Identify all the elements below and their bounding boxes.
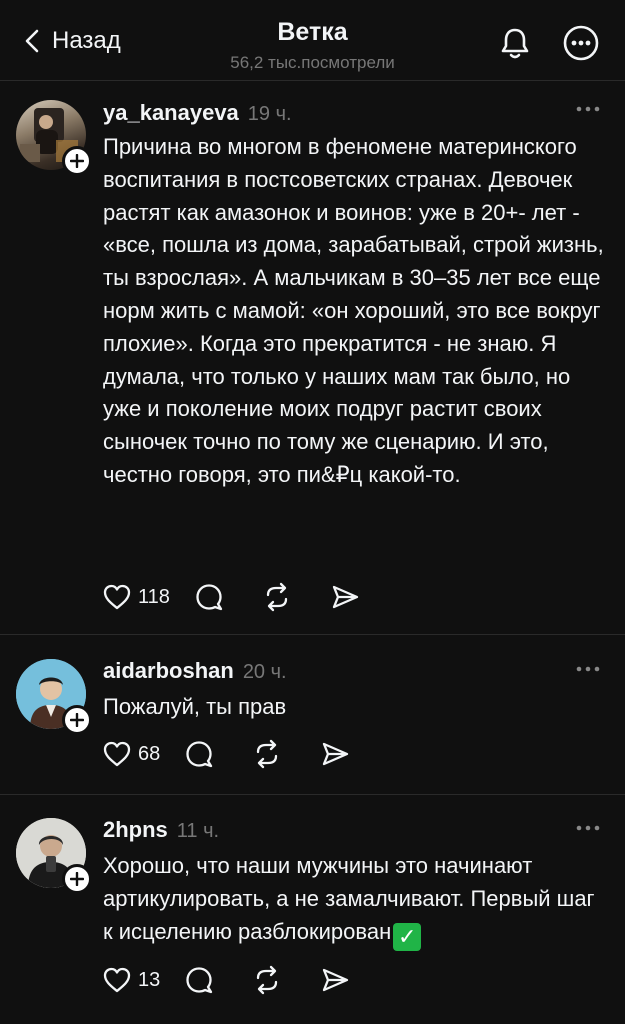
more-circle-icon[interactable] <box>562 24 600 62</box>
plus-icon <box>70 154 84 168</box>
plus-icon <box>70 872 84 886</box>
heart-icon <box>103 584 131 610</box>
post-divider <box>0 794 625 795</box>
comment-icon <box>186 967 213 994</box>
like-count: 118 <box>138 585 170 608</box>
repost-icon <box>266 582 288 612</box>
send-icon <box>323 742 349 766</box>
post-actions: 13 <box>102 963 350 997</box>
repost-button[interactable] <box>262 582 292 612</box>
post-meta: 2hpns 11 ч. <box>103 817 219 843</box>
post-meta: ya_kanayeva 19 ч. <box>103 100 292 126</box>
post-text: Пожалуй, ты прав <box>103 694 287 719</box>
reply-button[interactable] <box>184 739 214 769</box>
post-actions: 118 <box>102 580 360 614</box>
bell-icon[interactable] <box>496 24 534 62</box>
check-mark-emoji: ✓ <box>393 922 422 951</box>
like-count: 13 <box>138 968 161 991</box>
post-text-content: Хорошо, что наши мужчины это начинают ар… <box>103 853 595 944</box>
repost-icon <box>257 965 278 995</box>
top-bar: Назад Ветка 56,2 тыс.посмотрели <box>0 0 625 78</box>
send-icon <box>332 585 359 609</box>
follow-button[interactable] <box>62 146 92 176</box>
repost-icon <box>257 739 278 769</box>
share-button[interactable] <box>330 582 360 612</box>
follow-button[interactable] <box>62 705 92 735</box>
timestamp: 19 ч. <box>247 103 292 125</box>
post-actions: 68 <box>102 737 350 771</box>
like-button[interactable]: 68 <box>102 739 184 769</box>
username[interactable]: 2hpns <box>103 817 168 843</box>
username[interactable]: aidarboshan <box>103 658 234 684</box>
like-button[interactable]: 118 <box>102 582 194 612</box>
heart-icon <box>103 967 131 993</box>
repost-button[interactable] <box>252 739 282 769</box>
share-button[interactable] <box>320 739 350 769</box>
username[interactable]: ya_kanayeva <box>103 100 239 126</box>
follow-button[interactable] <box>62 864 92 894</box>
send-icon <box>323 968 349 992</box>
reply-button[interactable] <box>194 582 224 612</box>
like-count: 68 <box>138 742 161 765</box>
heart-icon <box>103 741 131 767</box>
timestamp: 20 ч. <box>242 661 287 683</box>
post-meta: aidarboshan 20 ч. <box>103 658 287 684</box>
more-options-icon[interactable] <box>575 664 601 674</box>
post-divider <box>0 634 625 635</box>
more-options-icon[interactable] <box>575 104 601 114</box>
comment-icon <box>186 741 213 768</box>
reply-button[interactable] <box>184 965 214 995</box>
header-divider <box>0 80 625 81</box>
repost-button[interactable] <box>252 965 282 995</box>
plus-icon <box>70 713 84 727</box>
more-options-icon[interactable] <box>575 823 601 833</box>
post-text: Причина во многом в феномене материнског… <box>103 134 604 487</box>
timestamp: 11 ч. <box>176 820 220 842</box>
comment-icon <box>196 584 223 611</box>
like-button[interactable]: 13 <box>102 965 184 995</box>
share-button[interactable] <box>320 965 350 995</box>
post-text: Хорошо, что наши мужчины это начинают ар… <box>103 850 608 951</box>
